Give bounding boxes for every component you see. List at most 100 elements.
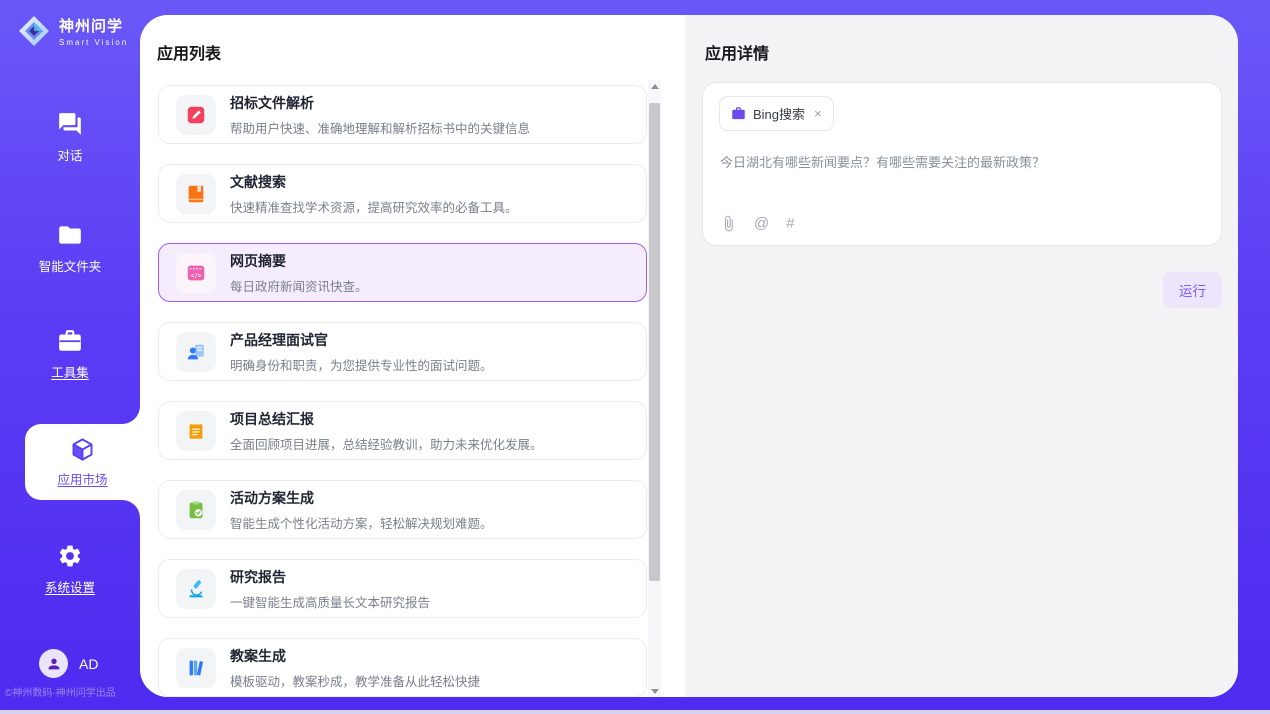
user-account[interactable]: AD	[39, 649, 98, 678]
app-item-desc: 全面回顾项目进展，总结经验教训，助力未来优化发展。	[230, 434, 543, 453]
sidebar: 神州问学 Smart Vision 对话 智能文件夹 工具集	[0, 0, 140, 714]
user-name: AD	[79, 656, 98, 672]
app-item-desc: 模板驱动，教案秒成，教学准备从此轻松快捷	[230, 671, 480, 690]
avatar	[39, 649, 68, 678]
app-item-desc: 快速精准查找学术资源，提高研究效率的必备工具。	[230, 197, 518, 216]
active-tab-curve-top	[122, 406, 140, 424]
clipboard-check-icon	[185, 499, 207, 521]
icon-box	[176, 569, 216, 609]
app-item-literature-search[interactable]: 文献搜索 快速精准查找学术资源，提高研究效率的必备工具。	[158, 164, 647, 223]
app-item-title: 招标文件解析	[230, 93, 530, 113]
icon-box	[176, 411, 216, 451]
mention-icon[interactable]: @	[754, 215, 769, 232]
app-item-pm-interviewer[interactable]: 产品经理面试官 明确身份和职责，为您提供专业性的面试问题。	[158, 322, 647, 381]
app-item-research-report[interactable]: 研究报告 一键智能生成高质量长文本研究报告	[158, 559, 647, 618]
sidebar-item-label: 工具集	[51, 362, 89, 381]
toolbox-icon	[57, 328, 83, 354]
brand-logo-icon	[16, 13, 52, 49]
app-detail-title: 应用详情	[705, 40, 769, 64]
folder-icon	[57, 222, 83, 248]
query-composer[interactable]: Bing搜索 × 今日湖北有哪些新闻要点？有哪些需要关注的最新政策？ @ #	[702, 82, 1222, 246]
hash-icon[interactable]: #	[786, 215, 794, 232]
sidebar-item-smart-folder[interactable]: 智能文件夹	[0, 222, 140, 275]
app-list-scrollbar[interactable]	[648, 80, 661, 697]
app-item-web-summary[interactable]: </> 网页摘要 每日政府新闻资讯快查。	[158, 243, 647, 302]
copyright-footer: ©神州数码·神州问学出品	[5, 684, 116, 699]
icon-box	[176, 648, 216, 688]
app-item-project-summary[interactable]: 项目总结汇报 全面回顾项目进展，总结经验教训，助力未来优化发展。	[158, 401, 647, 460]
sidebar-item-app-market[interactable]: 应用市场	[25, 424, 140, 500]
sidebar-item-label: 对话	[57, 145, 82, 164]
svg-text:</>: </>	[191, 272, 202, 279]
app-item-title: 项目总结汇报	[230, 409, 543, 429]
app-list: 招标文件解析 帮助用户快速、准确地理解和解析招标书中的关键信息 文献搜索	[158, 85, 647, 697]
icon-box	[176, 332, 216, 372]
interviewer-icon	[185, 341, 207, 363]
icon-box	[176, 174, 216, 214]
app-item-text: 教案生成 模板驱动，教案秒成，教学准备从此轻松快捷	[230, 646, 480, 690]
chat-icon	[57, 111, 83, 137]
bottom-edge-strip	[0, 710, 1270, 714]
microscope-icon	[185, 578, 207, 600]
web-page-icon: </>	[185, 262, 207, 284]
sidebar-item-chat[interactable]: 对话	[0, 111, 140, 164]
brand-name: 神州问学	[59, 15, 128, 36]
brand-tagline: Smart Vision	[59, 38, 128, 47]
notepad-icon	[185, 420, 207, 442]
scrollbar-thumb[interactable]	[649, 103, 660, 581]
app-item-tender-parse[interactable]: 招标文件解析 帮助用户快速、准确地理解和解析招标书中的关键信息	[158, 85, 647, 144]
sidebar-item-label: 系统设置	[45, 577, 95, 596]
app-item-text: 活动方案生成 智能生成个性化活动方案，轻松解决规划难题。	[230, 488, 493, 532]
app-item-title: 活动方案生成	[230, 488, 493, 508]
app-list-title: 应用列表	[157, 40, 221, 64]
app-detail-panel: 应用详情 Bing搜索 × 今日湖北有哪些新闻要点？有哪些需要关注的最新政策？ …	[685, 15, 1238, 697]
app-item-text: 网页摘要 每日政府新闻资讯快查。	[230, 251, 368, 295]
sidebar-item-settings[interactable]: 系统设置	[0, 543, 140, 596]
cube-icon	[69, 436, 96, 463]
composer-toolbar: @ #	[720, 215, 795, 232]
sidebar-item-toolset[interactable]: 工具集	[0, 328, 140, 381]
main-content: 应用列表 招标文件解析 帮助用户快速、准确地理解和解析招标书中的关键信息	[140, 15, 1238, 697]
user-avatar-icon	[46, 656, 62, 672]
app-item-text: 招标文件解析 帮助用户快速、准确地理解和解析招标书中的关键信息	[230, 93, 530, 137]
run-button[interactable]: 运行	[1163, 272, 1222, 308]
active-tab-curve-bottom	[122, 500, 140, 518]
close-icon[interactable]: ×	[814, 106, 822, 121]
book-icon	[185, 183, 207, 205]
app-item-title: 网页摘要	[230, 251, 368, 271]
app-item-desc: 明确身份和职责，为您提供专业性的面试问题。	[230, 355, 493, 374]
tool-chip-label: Bing搜索	[753, 104, 805, 123]
app-list-panel: 应用列表 招标文件解析 帮助用户快速、准确地理解和解析招标书中的关键信息	[140, 15, 685, 697]
arrow-up-icon	[651, 84, 659, 89]
edit-document-icon	[185, 104, 207, 126]
app-item-desc: 智能生成个性化活动方案，轻松解决规划难题。	[230, 513, 493, 532]
arrow-down-icon	[651, 689, 659, 694]
icon-box	[176, 490, 216, 530]
tool-chip-bing-search[interactable]: Bing搜索 ×	[719, 96, 834, 131]
query-text[interactable]: 今日湖北有哪些新闻要点？有哪些需要关注的最新政策？	[720, 152, 1200, 171]
scrollbar-up-button[interactable]	[648, 80, 661, 93]
briefcase-icon	[731, 106, 746, 121]
attachment-icon[interactable]	[720, 215, 737, 232]
app-item-lesson-plan[interactable]: 教案生成 模板驱动，教案秒成，教学准备从此轻松快捷	[158, 638, 647, 697]
app-item-event-plan[interactable]: 活动方案生成 智能生成个性化活动方案，轻松解决规划难题。	[158, 480, 647, 539]
app-item-desc: 帮助用户快速、准确地理解和解析招标书中的关键信息	[230, 118, 530, 137]
app-item-title: 研究报告	[230, 567, 430, 587]
sidebar-item-label: 智能文件夹	[39, 256, 102, 275]
app-item-title: 文献搜索	[230, 172, 518, 192]
icon-box	[176, 95, 216, 135]
app-item-text: 文献搜索 快速精准查找学术资源，提高研究效率的必备工具。	[230, 172, 518, 216]
sidebar-item-label: 应用市场	[57, 469, 107, 488]
scrollbar-down-button[interactable]	[648, 685, 661, 697]
app-item-title: 教案生成	[230, 646, 480, 666]
app-item-text: 产品经理面试官 明确身份和职责，为您提供专业性的面试问题。	[230, 330, 493, 374]
brand-logo: 神州问学 Smart Vision	[16, 13, 128, 49]
books-icon	[185, 657, 207, 679]
brand-text: 神州问学 Smart Vision	[59, 15, 128, 47]
icon-box: </>	[176, 253, 216, 293]
app-item-desc: 一键智能生成高质量长文本研究报告	[230, 592, 430, 611]
app-window: 神州问学 Smart Vision 对话 智能文件夹 工具集	[0, 0, 1270, 714]
app-item-text: 项目总结汇报 全面回顾项目进展，总结经验教训，助力未来优化发展。	[230, 409, 543, 453]
app-item-text: 研究报告 一键智能生成高质量长文本研究报告	[230, 567, 430, 611]
app-item-desc: 每日政府新闻资讯快查。	[230, 276, 368, 295]
